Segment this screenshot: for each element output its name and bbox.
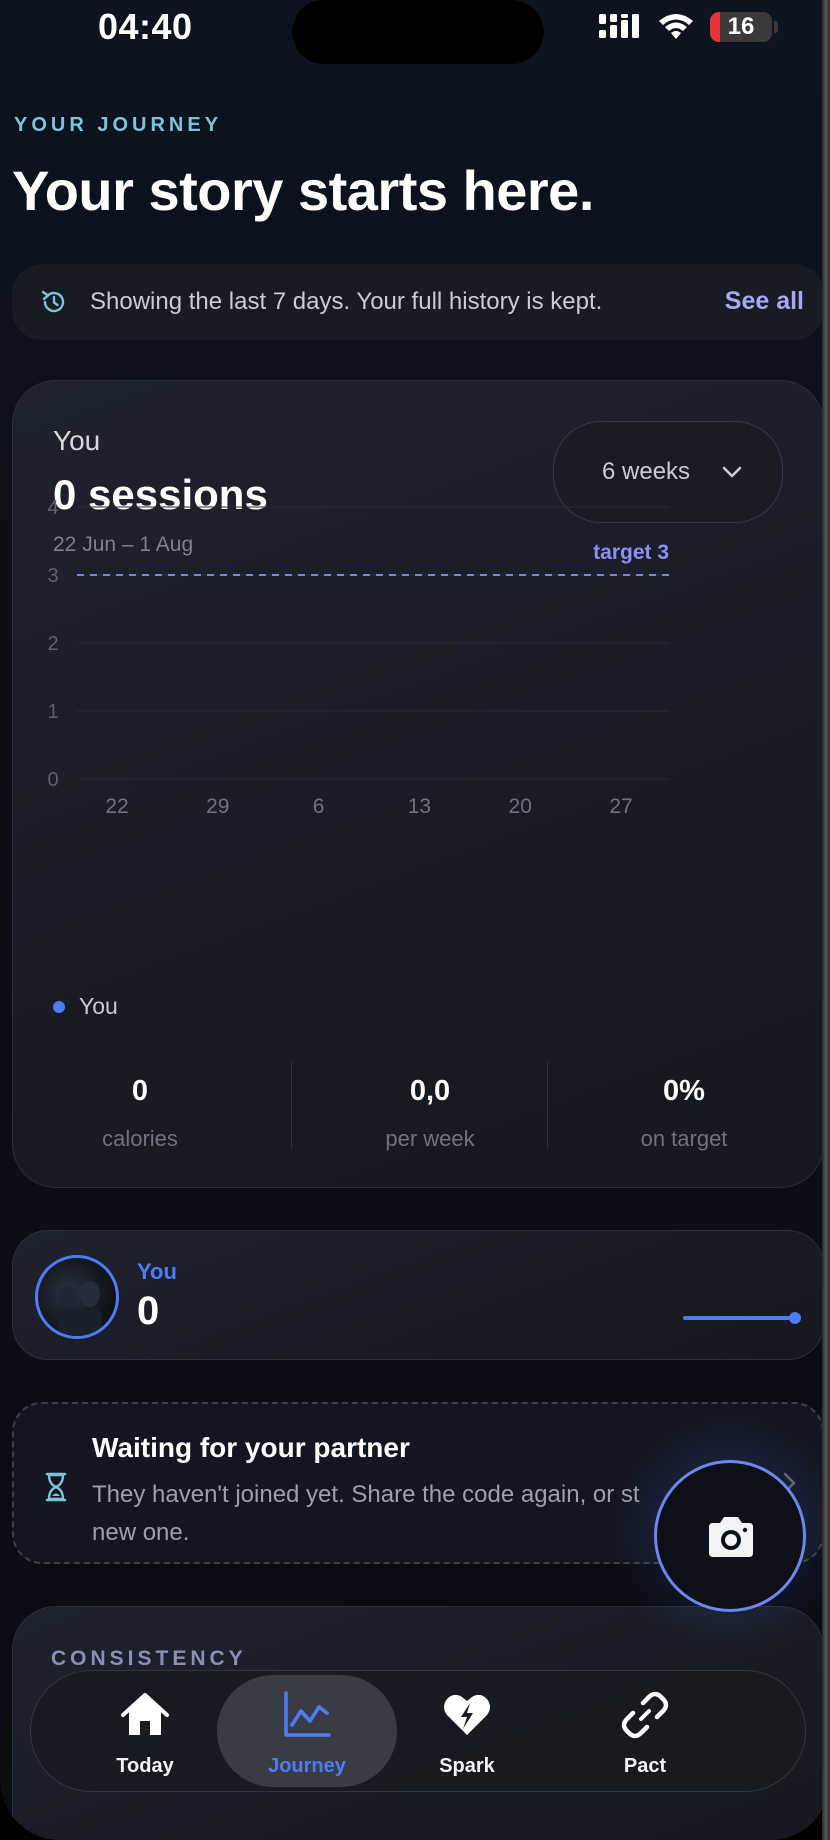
battery-indicator: 16 [710,12,772,42]
stat-divider [291,1061,292,1149]
x-tick-label: 6 [313,795,325,818]
see-all-link[interactable]: See all [725,287,804,316]
battery-tip [774,21,778,33]
stat-value: 0% [663,1075,705,1107]
legend-label: You [79,993,118,1019]
x-tick-label: 20 [509,795,532,818]
y-tick-label: 3 [47,565,58,587]
camera-icon [709,1517,753,1557]
x-tick-label: 27 [609,795,632,818]
legend-dot [53,1001,65,1013]
stat-calories: 0 calories [13,1061,267,1152]
y-tick-label: 2 [47,633,58,655]
history-banner-text: Showing the last 7 days. Your full histo… [90,288,603,315]
waiting-text: They haven't joined yet. Share the code … [92,1476,692,1552]
stat-on-target: 0% on target [557,1061,811,1152]
history-banner: Showing the last 7 days. Your full histo… [12,264,824,340]
status-time: 04:40 [98,6,193,47]
avatar [35,1255,119,1339]
tab-label: Journey [268,1755,346,1777]
dynamic-island [292,0,544,64]
avatar-photo [58,1281,102,1336]
page-title: Your story starts here. [12,159,594,222]
status-bar: 04:40 16 [0,0,830,64]
tab-label: Spark [439,1755,495,1777]
wifi-icon [659,14,693,39]
y-tick-label: 0 [47,769,58,791]
tab-pact[interactable]: Pact [555,1671,735,1791]
x-tick-label: 22 [105,795,128,818]
waiting-title: Waiting for your partner [92,1432,410,1463]
stat-label: on target [640,1126,728,1151]
target-label: target 3 [593,541,669,564]
bottom-tab-bar: Today Journey Spark Pact [30,1670,806,1792]
member-name: You [137,1259,177,1284]
link-icon [621,1691,669,1739]
stat-label: per week [385,1126,475,1151]
app-screen: 04:40 16 YOUR JOURNEY Your story starts … [0,0,830,1840]
waiting-text-line: new one. [92,1519,190,1546]
battery-percentage: 16 [727,13,755,40]
stat-label: calories [102,1126,178,1151]
tab-label: Today [116,1755,174,1777]
section-eyebrow: YOUR JOURNEY [14,114,223,136]
stat-per-week: 0,0 per week [303,1061,557,1152]
stat-value: 0 [131,1075,149,1107]
camera-button[interactable] [654,1460,806,1612]
stats-row: 0 calories 0,0 per week 0% on target [13,1061,825,1161]
x-tick-label: 13 [408,795,431,818]
cellular-signal-icon [599,14,639,38]
y-tick-label: 1 [47,701,58,723]
tab-label: Pact [623,1755,667,1777]
tab-spark[interactable]: Spark [377,1671,557,1791]
chart-line-icon [284,1691,331,1737]
hourglass-icon [45,1472,67,1502]
sessions-line-chart: 0 1 2 3 4 22 29 6 13 20 27 target 3 [47,497,669,818]
consistency-title: CONSISTENCY [51,1647,247,1670]
progress-marker [789,1312,801,1324]
waiting-text-line: They haven't joined yet. Share the code … [92,1481,640,1508]
home-icon [121,1693,169,1735]
device-frame-edge [822,0,830,1840]
progress-track [683,1316,793,1320]
tab-today[interactable]: Today [55,1671,235,1791]
stat-divider [547,1061,548,1149]
stat-value: 0,0 [409,1075,451,1107]
tab-journey[interactable]: Journey [217,1675,397,1787]
heart-bolt-icon [444,1694,490,1735]
member-progress-card[interactable]: You 0 [12,1230,824,1360]
sessions-chart-card: You 0 sessions 22 Jun – 1 Aug 6 weeks 01… [12,380,824,1188]
member-value: 0 [137,1289,160,1333]
history-icon [41,290,65,313]
x-tick-label: 29 [206,795,229,818]
y-tick-label: 4 [47,497,58,519]
